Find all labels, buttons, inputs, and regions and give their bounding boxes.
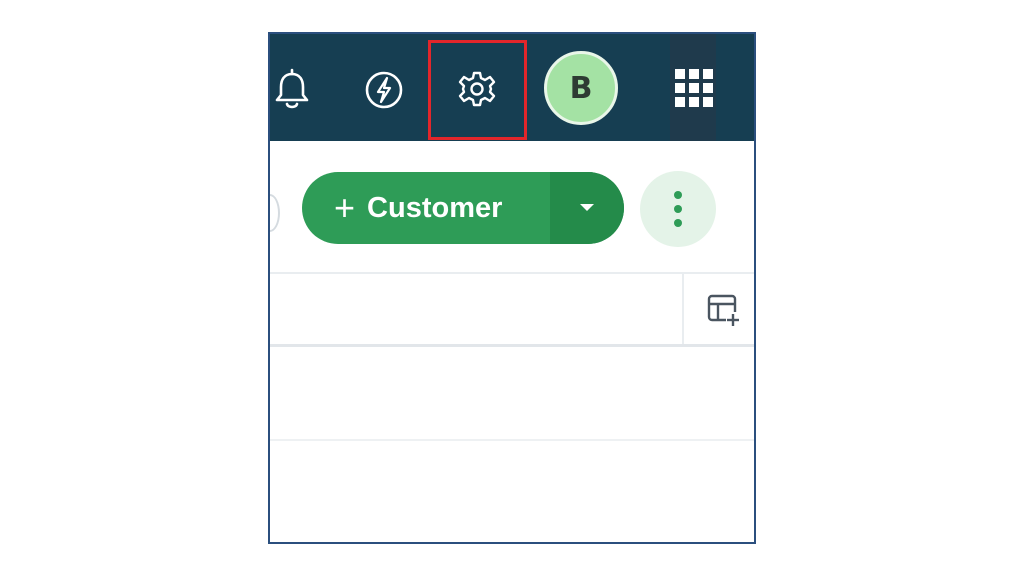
app-window: B + Customer: [268, 32, 756, 544]
settings-button[interactable]: [428, 40, 527, 140]
more-options-button[interactable]: [640, 171, 716, 247]
add-customer-label: Customer: [367, 191, 503, 224]
notifications-button[interactable]: [272, 68, 312, 112]
apps-launcher-button[interactable]: [674, 68, 714, 108]
grid-icon: [675, 69, 713, 107]
user-avatar[interactable]: B: [544, 51, 618, 125]
bell-icon: [275, 68, 309, 109]
top-navigation-bar: B: [270, 34, 754, 141]
add-customer-button[interactable]: + Customer: [302, 172, 550, 244]
bolt-icon: [365, 71, 403, 109]
caret-down-icon: [580, 204, 594, 211]
toolbar-divider-bottom: [270, 344, 754, 347]
partial-control[interactable]: [270, 194, 280, 232]
quick-actions-button[interactable]: [362, 68, 406, 112]
plus-icon: +: [334, 187, 356, 228]
toolbar-vertical-divider: [682, 274, 684, 344]
table-add-column-icon: [707, 294, 741, 327]
add-customer-split-button: + Customer: [302, 172, 624, 244]
avatar-initial: B: [569, 70, 593, 106]
gear-icon: [458, 71, 495, 107]
add-column-button[interactable]: [706, 292, 742, 328]
add-customer-dropdown-button[interactable]: [550, 172, 624, 244]
table-row-divider: [270, 439, 754, 441]
vertical-ellipsis-icon: [674, 191, 682, 227]
